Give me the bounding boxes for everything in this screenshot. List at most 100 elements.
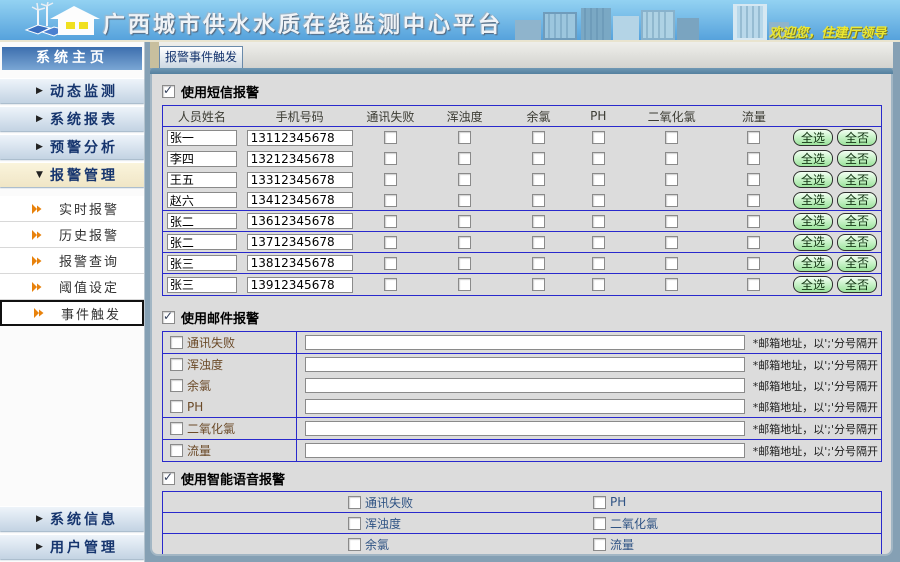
phone-number-input[interactable]	[247, 234, 353, 250]
param-checkbox[interactable]	[592, 257, 605, 270]
param-checkbox[interactable]	[665, 257, 678, 270]
email-param-checkbox[interactable]	[170, 358, 183, 371]
voice-param-checkbox[interactable]	[593, 517, 606, 530]
param-checkbox[interactable]	[592, 131, 605, 144]
param-checkbox[interactable]	[665, 278, 678, 291]
param-checkbox[interactable]	[747, 131, 760, 144]
email-param-checkbox[interactable]	[170, 422, 183, 435]
phone-number-input[interactable]	[247, 192, 353, 208]
voice-param-checkbox[interactable]	[348, 538, 361, 551]
email-param-checkbox[interactable]	[170, 444, 183, 457]
select-none-button[interactable]: 全否	[837, 150, 877, 167]
param-checkbox[interactable]	[747, 278, 760, 291]
param-checkbox[interactable]	[458, 257, 471, 270]
sidebar-subitem-2[interactable]: 报警查询	[0, 248, 144, 274]
select-none-button[interactable]: 全否	[837, 213, 877, 230]
param-checkbox[interactable]	[747, 257, 760, 270]
select-none-button[interactable]: 全否	[837, 192, 877, 209]
param-checkbox[interactable]	[532, 257, 545, 270]
select-none-button[interactable]: 全否	[837, 129, 877, 146]
sidebar-subitem-3[interactable]: 阈值设定	[0, 274, 144, 300]
phone-number-input[interactable]	[247, 130, 353, 146]
person-name-input[interactable]	[167, 255, 237, 271]
sidebar-subitem-1[interactable]: 历史报警	[0, 222, 144, 248]
param-checkbox[interactable]	[458, 215, 471, 228]
select-all-button[interactable]: 全选	[793, 192, 833, 209]
email-address-input[interactable]	[305, 443, 745, 458]
sidebar-item-3[interactable]: ▼报警管理	[0, 162, 144, 187]
email-address-input[interactable]	[305, 399, 745, 414]
sidebar-bottom-item-0[interactable]: ▶系统信息	[0, 506, 144, 531]
phone-number-input[interactable]	[247, 277, 353, 293]
select-all-button[interactable]: 全选	[793, 171, 833, 188]
select-all-button[interactable]: 全选	[793, 276, 833, 293]
sidebar-item-0[interactable]: ▶动态监测	[0, 78, 144, 103]
param-checkbox[interactable]	[665, 152, 678, 165]
param-checkbox[interactable]	[384, 152, 397, 165]
email-param-checkbox[interactable]	[170, 336, 183, 349]
param-checkbox[interactable]	[384, 257, 397, 270]
sidebar-item-2[interactable]: ▶预警分析	[0, 134, 144, 159]
param-checkbox[interactable]	[384, 215, 397, 228]
phone-number-input[interactable]	[247, 255, 353, 271]
phone-number-input[interactable]	[247, 151, 353, 167]
param-checkbox[interactable]	[532, 236, 545, 249]
person-name-input[interactable]	[167, 151, 237, 167]
email-address-input[interactable]	[305, 421, 745, 436]
param-checkbox[interactable]	[592, 194, 605, 207]
sidebar-subitem-4[interactable]: 事件触发	[0, 300, 144, 326]
select-none-button[interactable]: 全否	[837, 276, 877, 293]
person-name-input[interactable]	[167, 172, 237, 188]
email-address-input[interactable]	[305, 335, 745, 350]
param-checkbox[interactable]	[532, 194, 545, 207]
phone-number-input[interactable]	[247, 172, 353, 188]
person-name-input[interactable]	[167, 192, 237, 208]
param-checkbox[interactable]	[747, 215, 760, 228]
person-name-input[interactable]	[167, 130, 237, 146]
voice-param-checkbox[interactable]	[348, 517, 361, 530]
param-checkbox[interactable]	[384, 131, 397, 144]
select-none-button[interactable]: 全否	[837, 171, 877, 188]
param-checkbox[interactable]	[532, 131, 545, 144]
param-checkbox[interactable]	[592, 173, 605, 186]
param-checkbox[interactable]	[532, 278, 545, 291]
voice-enable-checkbox[interactable]	[162, 472, 175, 485]
person-name-input[interactable]	[167, 234, 237, 250]
voice-param-checkbox[interactable]	[593, 538, 606, 551]
select-all-button[interactable]: 全选	[793, 129, 833, 146]
sidebar-subitem-0[interactable]: 实时报警	[0, 196, 144, 222]
param-checkbox[interactable]	[532, 215, 545, 228]
select-all-button[interactable]: 全选	[793, 150, 833, 167]
person-name-input[interactable]	[167, 277, 237, 293]
email-param-checkbox[interactable]	[170, 400, 183, 413]
email-address-input[interactable]	[305, 357, 745, 372]
voice-param-checkbox[interactable]	[348, 496, 361, 509]
param-checkbox[interactable]	[532, 152, 545, 165]
param-checkbox[interactable]	[384, 173, 397, 186]
param-checkbox[interactable]	[458, 278, 471, 291]
param-checkbox[interactable]	[592, 152, 605, 165]
phone-number-input[interactable]	[247, 213, 353, 229]
param-checkbox[interactable]	[592, 236, 605, 249]
sidebar-item-1[interactable]: ▶系统报表	[0, 106, 144, 131]
select-none-button[interactable]: 全否	[837, 234, 877, 251]
select-all-button[interactable]: 全选	[793, 255, 833, 272]
email-enable-checkbox[interactable]	[162, 311, 175, 324]
param-checkbox[interactable]	[458, 236, 471, 249]
select-all-button[interactable]: 全选	[793, 213, 833, 230]
param-checkbox[interactable]	[665, 215, 678, 228]
param-checkbox[interactable]	[665, 131, 678, 144]
param-checkbox[interactable]	[384, 278, 397, 291]
voice-param-checkbox[interactable]	[593, 496, 606, 509]
sidebar-bottom-item-1[interactable]: ▶用户管理	[0, 534, 144, 559]
sms-enable-checkbox[interactable]	[162, 85, 175, 98]
email-param-checkbox[interactable]	[170, 379, 183, 392]
param-checkbox[interactable]	[458, 194, 471, 207]
tab-alarm-event-trigger[interactable]: 报警事件触发	[159, 46, 243, 68]
param-checkbox[interactable]	[747, 152, 760, 165]
param-checkbox[interactable]	[747, 194, 760, 207]
param-checkbox[interactable]	[665, 236, 678, 249]
param-checkbox[interactable]	[458, 152, 471, 165]
param-checkbox[interactable]	[384, 236, 397, 249]
param-checkbox[interactable]	[747, 173, 760, 186]
